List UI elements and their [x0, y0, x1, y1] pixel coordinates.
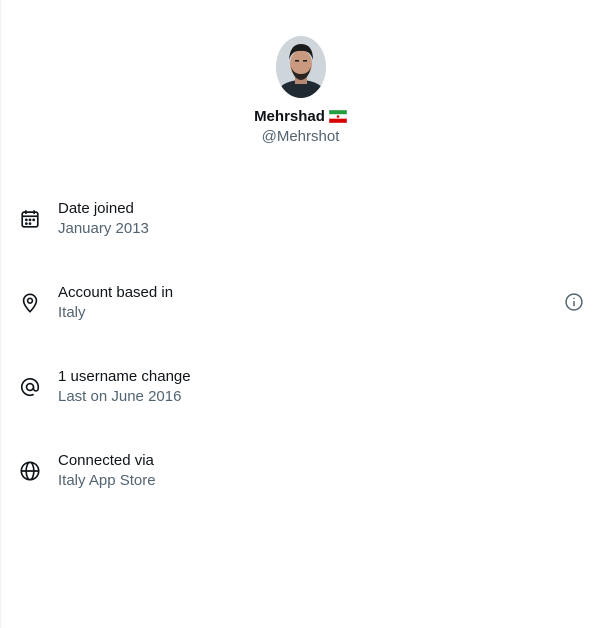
connected-via-value: Italy App Store: [58, 472, 156, 489]
username-change-value: Last on June 2016: [58, 388, 182, 405]
globe-icon: [19, 460, 41, 482]
iran-flag-icon: [328, 109, 347, 123]
account-based-in-label: Account based in: [58, 284, 174, 301]
user-handle: @Mehrshot: [261, 128, 340, 145]
username-change-label: 1 username change: [58, 368, 191, 385]
date-joined-text: Date joined January 2013: [58, 199, 149, 239]
location-pin-icon: [19, 292, 41, 314]
connected-via-row: Connected via Italy App Store: [1, 451, 599, 493]
date-joined-label: Date joined: [58, 200, 134, 217]
date-joined-value: January 2013: [58, 220, 149, 237]
about-account-panel: Mehrshad @Mehrshot Date joined January 2…: [0, 0, 599, 628]
username-change-row: 1 username change Last on June 2016: [1, 367, 599, 409]
display-name-row: Mehrshad: [254, 106, 347, 126]
at-sign-icon: [19, 376, 41, 398]
date-joined-row: Date joined January 2013: [1, 199, 599, 241]
display-name: Mehrshad: [254, 107, 325, 125]
account-based-in-value: Italy: [58, 304, 86, 321]
account-based-in-text: Account based in Italy: [58, 283, 173, 323]
avatar[interactable]: [275, 36, 326, 98]
connected-via-text: Connected via Italy App Store: [58, 451, 156, 491]
profile-header: Mehrshad @Mehrshot: [1, 36, 599, 145]
calendar-icon: [19, 208, 41, 230]
username-change-text: 1 username change Last on June 2016: [58, 367, 191, 407]
connected-via-label: Connected via: [58, 452, 154, 469]
account-based-in-row: Account based in Italy: [1, 283, 599, 325]
info-icon[interactable]: [564, 292, 584, 312]
